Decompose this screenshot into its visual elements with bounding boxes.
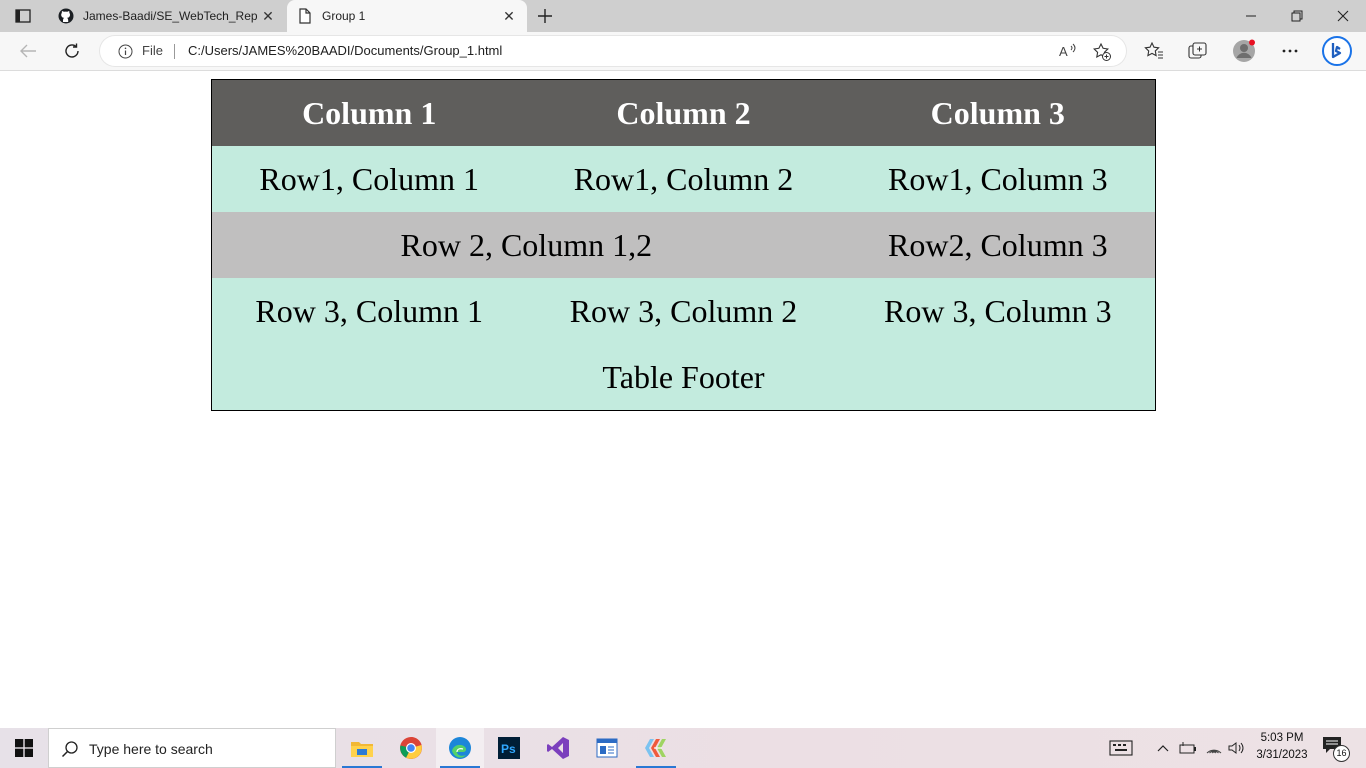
table-cell: Row2, Column 3: [840, 212, 1156, 278]
profile-avatar-icon[interactable]: [1229, 36, 1259, 66]
table-header-row: Column 1 Column 2 Column 3: [211, 79, 1156, 146]
app-icon[interactable]: [583, 728, 631, 768]
close-tab-icon[interactable]: ✕: [258, 6, 278, 26]
add-favorite-icon[interactable]: [1092, 42, 1112, 62]
clock-date: 3/31/2023: [1256, 749, 1308, 761]
table-footer-row: Table Footer: [211, 344, 1156, 411]
system-clock[interactable]: 5:03 PM 3/31/2023: [1250, 730, 1314, 766]
tab-github[interactable]: James-Baadi/SE_WebTech_Repo: ✕: [48, 0, 286, 32]
url-text[interactable]: C:/Users/JAMES%20BAADI/Documents/Group_1…: [188, 43, 502, 58]
clock-time: 5:03 PM: [1260, 732, 1304, 744]
tab-group-1[interactable]: Group 1 ✕: [287, 0, 527, 32]
table-cell: Row 3, Column 2: [526, 278, 841, 344]
collections-icon[interactable]: [1183, 36, 1213, 66]
table-cell: Row1, Column 2: [526, 146, 841, 212]
table-cell-merged: Row 2, Column 1,2: [211, 212, 841, 278]
tab-actions-icon[interactable]: [12, 7, 34, 25]
table-cell: Row 3, Column 1: [211, 278, 527, 344]
edge-icon[interactable]: [436, 728, 484, 768]
table-header-cell: Column 1: [211, 79, 527, 146]
refresh-icon[interactable]: [57, 36, 87, 66]
table-row: Row 3, Column 1 Row 3, Column 2 Row 3, C…: [211, 278, 1156, 344]
favorites-icon[interactable]: [1139, 36, 1169, 66]
address-bar[interactable]: File C:/Users/JAMES%20BAADI/Documents/Gr…: [100, 36, 1126, 66]
photoshop-icon[interactable]: Ps: [485, 728, 533, 768]
tab-title: Group 1: [322, 9, 366, 23]
info-icon[interactable]: [118, 44, 133, 59]
table-cell: Row1, Column 3: [840, 146, 1156, 212]
browser-tab-strip: James-Baadi/SE_WebTech_Repo: ✕ Group 1 ✕: [0, 0, 1366, 32]
close-tab-icon[interactable]: ✕: [499, 6, 519, 26]
restore-icon[interactable]: [1274, 0, 1320, 32]
table-cell: Row1, Column 1: [211, 146, 527, 212]
document-icon: [297, 8, 313, 24]
table-row: Row1, Column 1 Row1, Column 2 Row1, Colu…: [211, 146, 1156, 212]
page-content: Column 1 Column 2 Column 3 Row1, Column …: [0, 71, 1366, 728]
search-placeholder: Type here to search: [89, 741, 213, 757]
table-footer: Table Footer: [211, 344, 1156, 411]
browser-toolbar: File C:/Users/JAMES%20BAADI/Documents/Gr…: [0, 32, 1366, 71]
table-cell: Row 3, Column 3: [840, 278, 1156, 344]
keyboard-icon[interactable]: [1106, 728, 1136, 768]
bing-copilot-icon[interactable]: [1320, 36, 1354, 66]
tab-title: James-Baadi/SE_WebTech_Repo:: [83, 9, 258, 23]
minimize-icon[interactable]: [1228, 0, 1274, 32]
address-divider: [174, 44, 175, 59]
github-icon: [58, 8, 74, 24]
svg-text:Ps: Ps: [501, 742, 516, 756]
notification-count-badge: 16: [1333, 745, 1350, 762]
read-aloud-icon[interactable]: A: [1058, 42, 1078, 60]
battery-icon[interactable]: [1177, 728, 1199, 768]
taskbar: Type here to search Ps 5:03 PM 3/31/2023…: [0, 728, 1366, 768]
notification-center-icon[interactable]: 16: [1322, 736, 1350, 762]
data-table: Column 1 Column 2 Column 3 Row1, Column …: [211, 79, 1156, 411]
volume-icon[interactable]: [1226, 728, 1248, 768]
close-window-icon[interactable]: [1320, 0, 1366, 32]
back-arrow-icon[interactable]: [13, 36, 43, 66]
wifi-icon[interactable]: [1202, 728, 1226, 768]
search-icon: [61, 740, 79, 758]
scheme-label: File: [142, 43, 163, 58]
chrome-icon[interactable]: [387, 728, 435, 768]
file-explorer-icon[interactable]: [338, 728, 386, 768]
new-tab-icon[interactable]: [534, 5, 556, 27]
windows-start-icon[interactable]: [0, 728, 48, 768]
table-header-cell: Column 3: [840, 79, 1156, 146]
svg-text:A: A: [1059, 44, 1068, 59]
table-header-cell: Column 2: [526, 79, 841, 146]
chevron-up-icon[interactable]: [1152, 728, 1174, 768]
git-icon[interactable]: [632, 728, 680, 768]
more-options-icon[interactable]: [1275, 36, 1305, 66]
table-row: Row 2, Column 1,2 Row2, Column 3: [211, 212, 1156, 278]
visual-studio-icon[interactable]: [534, 728, 582, 768]
taskbar-search-box[interactable]: Type here to search: [48, 728, 336, 768]
